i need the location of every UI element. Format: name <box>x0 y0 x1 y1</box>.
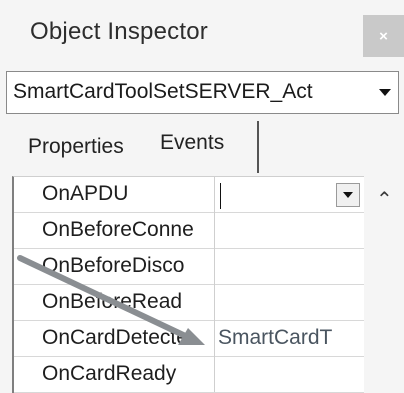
annotation-arrow <box>17 255 205 345</box>
